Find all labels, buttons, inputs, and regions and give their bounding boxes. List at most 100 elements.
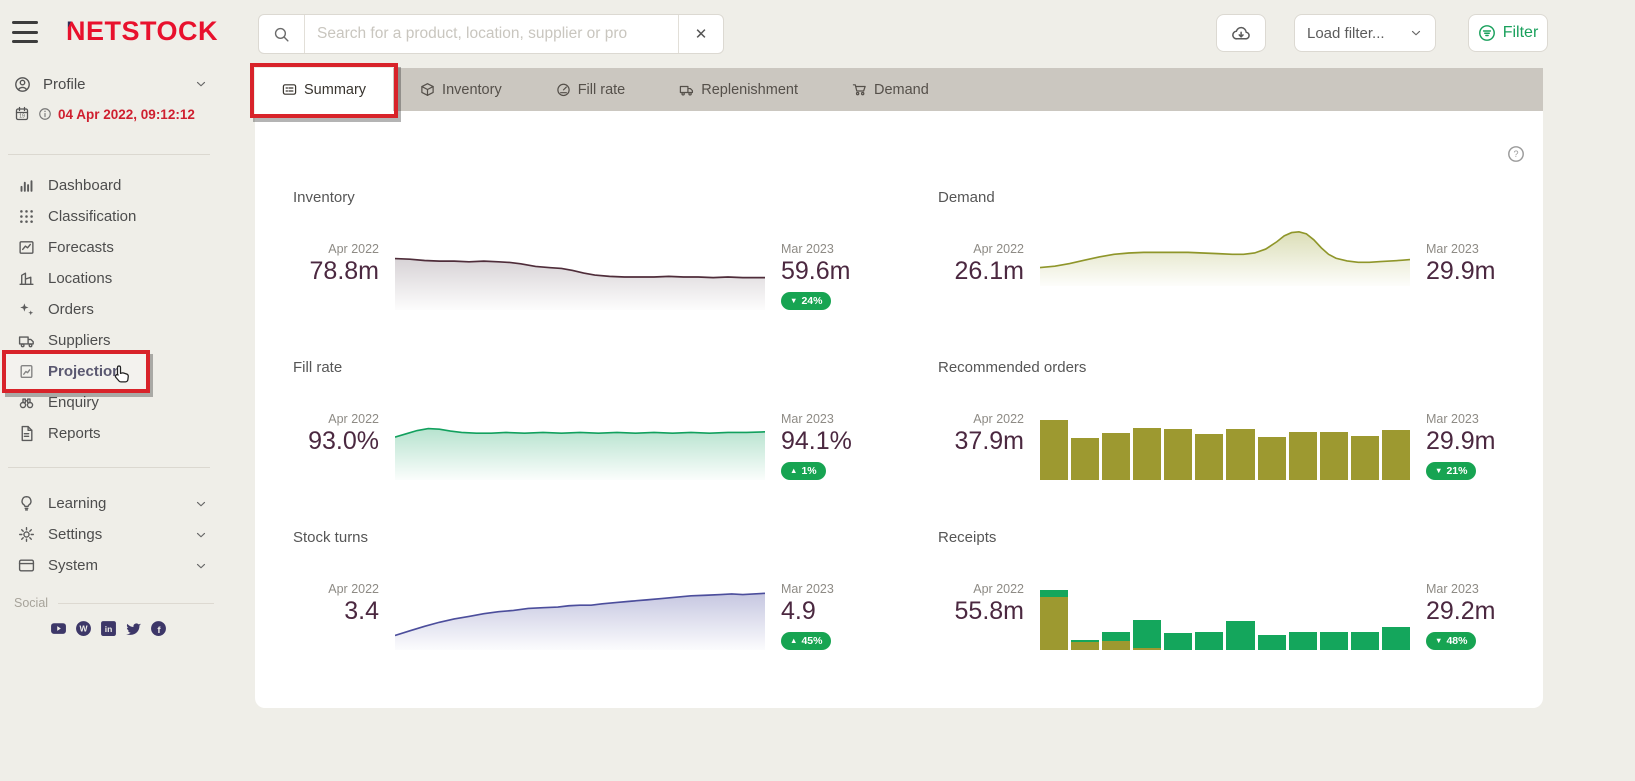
divider — [8, 467, 210, 468]
sidebar-item-forecasts[interactable]: Forecasts — [0, 232, 255, 263]
start-period-label: Apr 2022 — [293, 412, 379, 426]
sidebar-group-settings[interactable]: Settings — [0, 519, 255, 550]
linkedin-icon[interactable]: in — [100, 620, 117, 637]
stacked-bar — [1040, 590, 1068, 650]
facebook-icon[interactable]: f — [150, 620, 167, 637]
sidebar-item-label: Enquiry — [48, 394, 99, 411]
load-filter-select[interactable]: Load filter... — [1294, 14, 1436, 52]
tab-fillrate[interactable]: Fill rate — [529, 68, 653, 111]
sidebar-menu: Dashboard Classification Forecasts Locat… — [0, 170, 255, 449]
panel-recommended-orders[interactable]: Recommended orders Apr 2022 37.9m Mar 20… — [938, 359, 1538, 480]
fillrate-icon — [556, 82, 571, 97]
sidebar-item-projection[interactable]: Projection — [0, 356, 255, 387]
svg-text:19: 19 — [19, 114, 25, 120]
end-value-block: Mar 2023 29.2m ▼ 48% — [1426, 582, 1538, 650]
sidebar-item-dashboard[interactable]: Dashboard — [0, 170, 255, 201]
sidebar-item-orders[interactable]: Orders — [0, 294, 255, 325]
panel-stock-turns[interactable]: Stock turns Apr 2022 3.4 Mar 2023 4.9 ▲ … — [293, 529, 893, 650]
triangle-down-icon: ▼ — [1435, 637, 1442, 645]
svg-text:?: ? — [1513, 149, 1518, 159]
sidebar-item-locations[interactable]: Locations — [0, 263, 255, 294]
sidebar-item-classification[interactable]: Classification — [0, 201, 255, 232]
change-badge: ▼ 48% — [1426, 632, 1476, 650]
tab-label: Summary — [304, 82, 366, 98]
start-period-label: Apr 2022 — [293, 582, 379, 596]
logo-text: ETSTOCK — [86, 16, 218, 46]
start-value: 93.0% — [293, 428, 379, 456]
suppliers-icon — [18, 332, 35, 349]
export-button[interactable] — [1216, 14, 1266, 52]
start-value-block: Apr 2022 78.8m — [293, 242, 379, 310]
start-value-block: Apr 2022 93.0% — [293, 412, 379, 480]
netstock-logo: NETSTOCK — [66, 16, 218, 47]
start-value-block: Apr 2022 37.9m — [938, 412, 1024, 480]
summary-icon — [282, 82, 297, 97]
tab-demand[interactable]: Demand — [825, 68, 956, 111]
sidebar-item-reports[interactable]: Reports — [0, 418, 255, 449]
panel-title: Fill rate — [293, 359, 893, 376]
search-icon[interactable] — [259, 15, 305, 53]
stacked-bar — [1071, 640, 1099, 650]
panel-fillrate[interactable]: Fill rate Apr 2022 93.0% Mar 2023 94.1% … — [293, 359, 893, 480]
sidebar-item-label: Classification — [48, 208, 136, 225]
panel-receipts[interactable]: Receipts Apr 2022 55.8m — [938, 529, 1538, 650]
clear-search-button[interactable]: ✕ — [678, 15, 723, 53]
divider — [58, 603, 214, 604]
sidebar-group-learning[interactable]: Learning — [0, 488, 255, 519]
tab-replenishment[interactable]: Replenishment — [652, 68, 825, 111]
cursor-hand-icon — [112, 364, 132, 384]
sidebar-item-label: Projection — [48, 363, 121, 380]
sidebar-item-suppliers[interactable]: Suppliers — [0, 325, 255, 356]
start-value: 78.8m — [293, 258, 379, 286]
sidebar: NETSTOCK Profile 19 04 Apr 2022, 09:12:1… — [0, 0, 255, 781]
chevron-down-icon — [194, 77, 208, 91]
bar — [1133, 428, 1161, 480]
profile-menu[interactable]: Profile — [0, 70, 255, 98]
sidebar-item-label: Orders — [48, 301, 94, 318]
tab-inventory[interactable]: Inventory — [393, 68, 529, 111]
close-icon: ✕ — [695, 25, 708, 43]
sidebar-item-label: Suppliers — [48, 332, 111, 349]
bar — [1164, 429, 1192, 480]
wordpress-icon[interactable]: W — [75, 620, 92, 637]
stacked-bar — [1382, 627, 1410, 650]
sparkline-stock-turns — [395, 584, 765, 650]
end-period-label: Mar 2023 — [1426, 582, 1538, 596]
tab-summary[interactable]: Summary — [255, 68, 393, 111]
menu-icon[interactable] — [12, 21, 38, 43]
social-icons: Win f — [50, 620, 167, 637]
date-row[interactable]: 19 04 Apr 2022, 09:12:12 — [0, 103, 255, 125]
sidebar-group-label: Settings — [48, 526, 102, 543]
bar — [1071, 438, 1099, 480]
bar — [1320, 432, 1348, 479]
demand-icon — [852, 82, 867, 97]
calendar-icon: 19 — [14, 106, 30, 122]
social-label-text: Social — [14, 596, 48, 610]
triangle-up-icon: ▲ — [790, 637, 797, 645]
bar — [1351, 436, 1379, 480]
panel-title: Recommended orders — [938, 359, 1538, 376]
stacked-bar — [1258, 635, 1286, 649]
inventory-icon — [420, 82, 435, 97]
sidebar-item-enquiry[interactable]: Enquiry — [0, 387, 255, 418]
youtube-icon[interactable] — [50, 620, 67, 637]
end-value-block: Mar 2023 29.9m — [1426, 242, 1538, 286]
start-value: 55.8m — [938, 598, 1024, 626]
classification-icon — [18, 208, 35, 225]
triangle-down-icon: ▼ — [790, 297, 797, 305]
bar — [1040, 420, 1068, 480]
twitter-icon[interactable] — [125, 620, 142, 637]
tab-label: Fill rate — [578, 82, 626, 98]
panel-inventory[interactable]: Inventory Apr 2022 78.8m Mar 2023 59.6m … — [293, 189, 893, 310]
help-icon[interactable]: ? — [1507, 145, 1525, 163]
sidebar-group-system[interactable]: System — [0, 550, 255, 581]
end-value-block: Mar 2023 29.9m ▼ 21% — [1426, 412, 1538, 480]
panel-demand[interactable]: Demand Apr 2022 26.1m Mar 2023 29.9m — [938, 189, 1538, 286]
filter-button[interactable]: Filter — [1468, 14, 1548, 52]
search-input[interactable] — [305, 15, 678, 53]
change-badge: ▼ 21% — [1426, 462, 1476, 480]
sidebar-group-label: System — [48, 557, 98, 574]
chevron-down-icon — [1409, 26, 1423, 40]
cloud-download-icon — [1231, 24, 1251, 43]
sidebar-group-label: Learning — [48, 495, 106, 512]
